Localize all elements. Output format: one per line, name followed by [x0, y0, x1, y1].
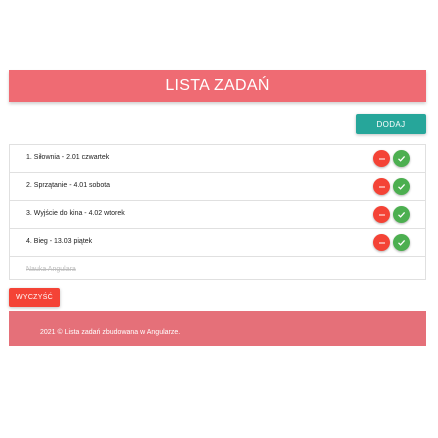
add-task-button[interactable]: DODAJ	[356, 114, 426, 134]
remove-task-button[interactable]	[373, 206, 390, 223]
check-icon	[398, 239, 406, 246]
clear-button[interactable]: WYCZYŚĆ	[9, 288, 60, 307]
complete-task-button[interactable]	[393, 234, 410, 251]
check-icon	[398, 183, 406, 190]
task-item: 2. Sprzątanie - 4.01 sobota	[10, 173, 425, 201]
minus-icon	[378, 214, 385, 215]
task-item: 4. Bieg - 13.03 piątek	[10, 229, 425, 257]
complete-task-button[interactable]	[393, 150, 410, 167]
task-label: 4. Bieg - 13.03 piątek	[26, 238, 93, 245]
task-item: 3. Wyjście do kina - 4.02 wtorek	[10, 201, 425, 229]
task-label: 3. Wyjście do kina - 4.02 wtorek	[26, 210, 125, 217]
remove-task-button[interactable]	[373, 150, 390, 167]
page-footer: 2021 © Lista zadań zbudowana w Angularze…	[9, 311, 426, 346]
task-list: 1. Siłownia - 2.01 czwartek 2. Sprzątani…	[9, 144, 426, 280]
complete-task-button[interactable]	[393, 206, 410, 223]
remove-task-button[interactable]	[373, 234, 390, 251]
minus-icon	[378, 186, 385, 187]
task-item: 1. Siłownia - 2.01 czwartek	[10, 145, 425, 173]
task-label: 1. Siłownia - 2.01 czwartek	[26, 154, 110, 161]
task-label: 2. Sprzątanie - 4.01 sobota	[26, 182, 111, 189]
page-title: LISTA ZADAŃ	[165, 77, 270, 94]
minus-icon	[378, 158, 385, 159]
app-header: LISTA ZADAŃ	[9, 70, 426, 102]
check-icon	[398, 211, 406, 218]
check-icon	[398, 155, 406, 162]
remove-task-button[interactable]	[373, 178, 390, 195]
completed-task-item[interactable]: Nauka Angulara	[26, 266, 76, 273]
complete-task-button[interactable]	[393, 178, 410, 195]
minus-icon	[378, 242, 385, 243]
footer-text: 2021 © Lista zadań zbudowana w Angularze…	[40, 329, 181, 336]
